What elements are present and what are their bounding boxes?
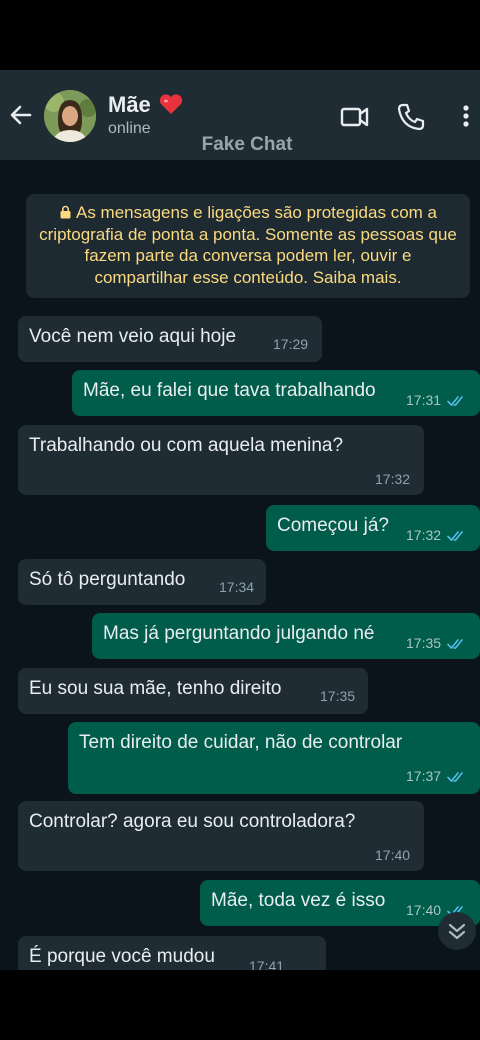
message-text: Mãe, toda vez é isso (211, 890, 386, 911)
video-call-icon[interactable] (340, 102, 370, 132)
message-text: Mãe, eu falei que tava trabalhando (83, 380, 376, 401)
message-text: Tem direito de cuidar, não de controlar (79, 732, 403, 753)
message-text: Trabalhando ou com aquela menina? (29, 435, 344, 456)
message-text: É porque você mudou (29, 946, 215, 967)
incoming-message[interactable]: Eu sou sua mãe, tenho direito 17:35 (18, 668, 368, 714)
encryption-notice[interactable]: As mensagens e ligações são protegidas c… (26, 194, 470, 298)
message-time: 17:31 (406, 392, 442, 408)
message-text: Só tô perguntando (29, 569, 186, 590)
incoming-message[interactable]: Trabalhando ou com aquela menina? 17:32 (18, 425, 424, 495)
read-receipt-icon (447, 772, 463, 782)
double-chevron-down-icon (448, 923, 466, 940)
read-receipt-icon (447, 531, 463, 541)
message-text: Você nem veio aqui hoje (29, 326, 237, 347)
message-time: 17:32 (406, 527, 442, 543)
message-text: Controlar? agora eu sou controladora? (29, 811, 356, 832)
outgoing-message[interactable]: Mãe, eu falei que tava trabalhando 17:31 (72, 370, 480, 416)
message-time: 17:40 (375, 847, 411, 863)
incoming-message[interactable]: Só tô perguntando 17:34 (18, 559, 266, 605)
lock-icon (60, 205, 71, 219)
message-time: 17:35 (320, 688, 356, 704)
message-time: 17:40 (406, 902, 442, 918)
read-receipt-icon (447, 639, 463, 649)
outgoing-message[interactable]: Tem direito de cuidar, não de controlar 1… (68, 722, 480, 794)
incoming-message[interactable]: Controlar? agora eu sou controladora? 17:… (18, 801, 424, 871)
watermark: Fake Chat (201, 134, 293, 155)
message-time: 17:35 (406, 635, 442, 651)
message-time: 17:41 (249, 958, 285, 970)
read-receipt-icon (447, 396, 463, 406)
message-text: Começou já? (277, 515, 389, 536)
message-text: Eu sou sua mãe, tenho direito (29, 678, 282, 699)
incoming-message[interactable]: Você nem veio aqui hoje 17:29 (18, 316, 322, 362)
incoming-message[interactable]: É porque você mudou 17:41 (18, 936, 326, 970)
message-time: 17:32 (375, 471, 411, 487)
scroll-down-button[interactable] (438, 912, 476, 950)
phone-call-icon[interactable] (396, 102, 426, 132)
heart-emoji-icon (159, 94, 183, 114)
message-time: 17:29 (273, 336, 309, 352)
contact-name[interactable]: Mãe (108, 92, 151, 118)
more-options-icon[interactable] (452, 102, 480, 132)
back-arrow-icon[interactable] (8, 102, 34, 128)
encryption-notice-text: As mensagens e ligações são protegidas c… (39, 203, 457, 287)
outgoing-message[interactable]: Mas já perguntando julgando né 17:35 (92, 613, 480, 659)
outgoing-message[interactable]: Começou já? 17:32 (266, 505, 480, 551)
message-time: 17:34 (219, 579, 255, 595)
message-text: Mas já perguntando julgando né (103, 623, 375, 644)
message-time: 17:37 (406, 768, 442, 784)
chat-screen: Mãe online Fake Chat As mensagens e liga… (0, 70, 480, 970)
